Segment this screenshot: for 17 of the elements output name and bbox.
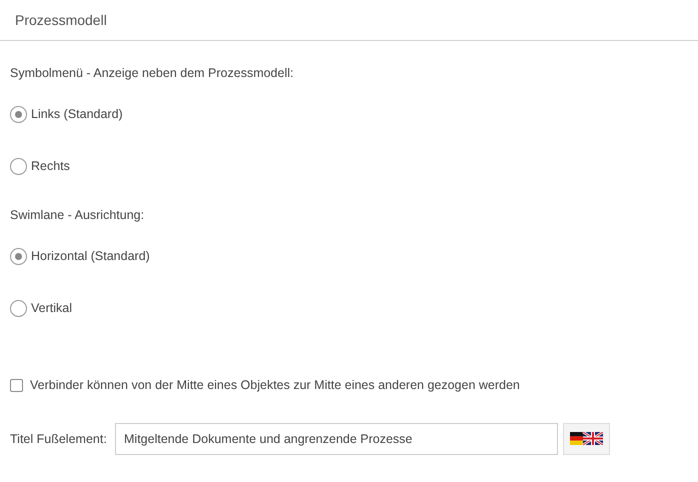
radio-button[interactable] [10,106,27,122]
radio-button[interactable] [10,300,27,316]
radio-label: Horizontal (Standard) [31,248,150,265]
text-field[interactable]: Mitgeltende Dokumente und angrenzende Prozesse [115,422,558,455]
radio-button[interactable] [10,158,27,174]
group-label: Symbolmenü - Anzeige neben dem Prozessmodell: [10,65,294,82]
radio-label: Vertikal [31,300,72,317]
radio-label: Links (Standard) [31,106,123,123]
radio-label: Rechts [31,158,70,175]
checkbox-label: Verbinder können von der Mitte eines Objektes zur Mitte eines anderen gezogen werden [30,377,520,394]
flag-icon [570,432,603,446]
checkbox[interactable] [10,378,23,392]
language-button[interactable] [563,422,610,455]
radio-button[interactable] [10,248,27,264]
section-title: Prozessmodell [15,10,107,30]
field-label: Titel Fußelement: [10,430,108,447]
group-label: Swimlane - Ausrichtung: [10,207,144,224]
